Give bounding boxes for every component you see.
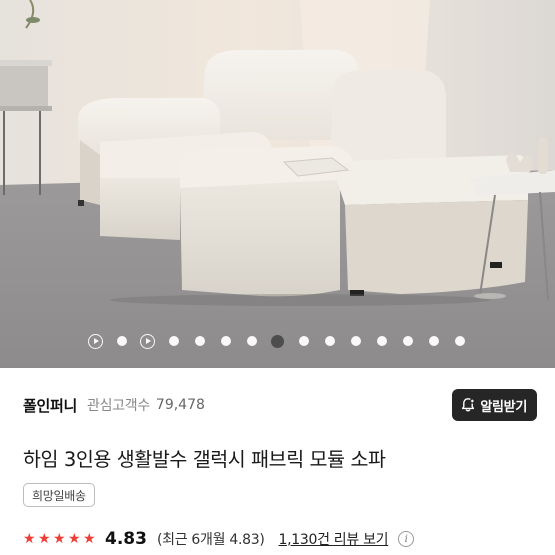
carousel-dot[interactable] <box>376 336 387 346</box>
carousel-dot-active[interactable] <box>271 334 284 348</box>
carousel-dot[interactable] <box>246 336 257 346</box>
shipping-badge: 희망일배송 <box>23 483 95 507</box>
interest-count: 79,478 <box>155 397 205 413</box>
carousel-dot-slot[interactable] <box>369 331 395 351</box>
info-icon[interactable]: i <box>398 531 415 547</box>
brand-row: 폴인퍼니 관심고객수 79,478 알림받기 <box>23 385 537 425</box>
carousel-dot-slot[interactable] <box>213 331 239 351</box>
rating-recent: (최근 6개월 4.83) <box>156 532 265 548</box>
rating-row: ★ ★ ★ ★ ★ 4.83 (최근 6개월 4.83) 1,130건 리뷰 보기 i <box>23 527 537 551</box>
video-play-icon[interactable] <box>88 333 103 349</box>
carousel-dot-slot[interactable] <box>447 331 473 351</box>
product-title: 하임 3인용 생활발수 갤럭시 패브릭 모듈 소파 <box>23 448 386 471</box>
carousel-dot[interactable] <box>428 336 439 346</box>
carousel-dot[interactable] <box>194 336 205 346</box>
review-link[interactable]: 1,130건 리뷰 보기 <box>278 529 388 549</box>
star-icon: ★ <box>38 531 51 547</box>
carousel-dot[interactable] <box>350 336 361 346</box>
carousel-dot-slot[interactable] <box>291 331 317 351</box>
carousel-dot-slot[interactable] <box>395 331 421 351</box>
carousel-dot[interactable] <box>116 336 127 346</box>
interest-label: 관심고객수 <box>87 398 150 414</box>
carousel-dot[interactable] <box>324 336 335 346</box>
carousel-dot[interactable] <box>220 336 231 346</box>
star-icon: ★ <box>53 531 66 547</box>
carousel-dot[interactable] <box>298 336 309 346</box>
carousel-dot-slot[interactable] <box>343 331 369 351</box>
product-image-carousel[interactable] <box>0 0 555 368</box>
star-rating: ★ ★ ★ ★ ★ <box>23 532 97 546</box>
rating-score: 4.83 <box>105 529 147 549</box>
video-play-icon[interactable] <box>140 333 155 349</box>
carousel-dot-slot[interactable] <box>421 331 447 351</box>
carousel-dot[interactable] <box>168 336 179 346</box>
carousel-dot-slot[interactable] <box>135 331 161 351</box>
brand-name-link[interactable]: 폴인퍼니 <box>23 395 77 416</box>
alarm-subscribe-button[interactable]: 알림받기 <box>452 389 537 421</box>
carousel-dot[interactable] <box>402 336 413 346</box>
carousel-indicators <box>0 331 555 351</box>
carousel-dot-slot[interactable] <box>187 331 213 351</box>
star-icon: ★ <box>83 531 96 547</box>
star-icon: ★ <box>23 531 36 547</box>
carousel-dot-slot[interactable] <box>109 331 135 351</box>
alarm-button-label: 알림받기 <box>480 398 527 414</box>
carousel-dot-slot[interactable] <box>317 331 343 351</box>
star-icon: ★ <box>68 531 81 547</box>
carousel-dot[interactable] <box>454 336 465 346</box>
carousel-dot-slot[interactable] <box>83 331 109 351</box>
bell-plus-icon <box>462 398 476 412</box>
carousel-dot-slot[interactable] <box>239 331 265 351</box>
carousel-dot-slot[interactable] <box>161 331 187 351</box>
sofa-photo <box>0 0 555 368</box>
carousel-dot-slot[interactable] <box>265 331 291 351</box>
